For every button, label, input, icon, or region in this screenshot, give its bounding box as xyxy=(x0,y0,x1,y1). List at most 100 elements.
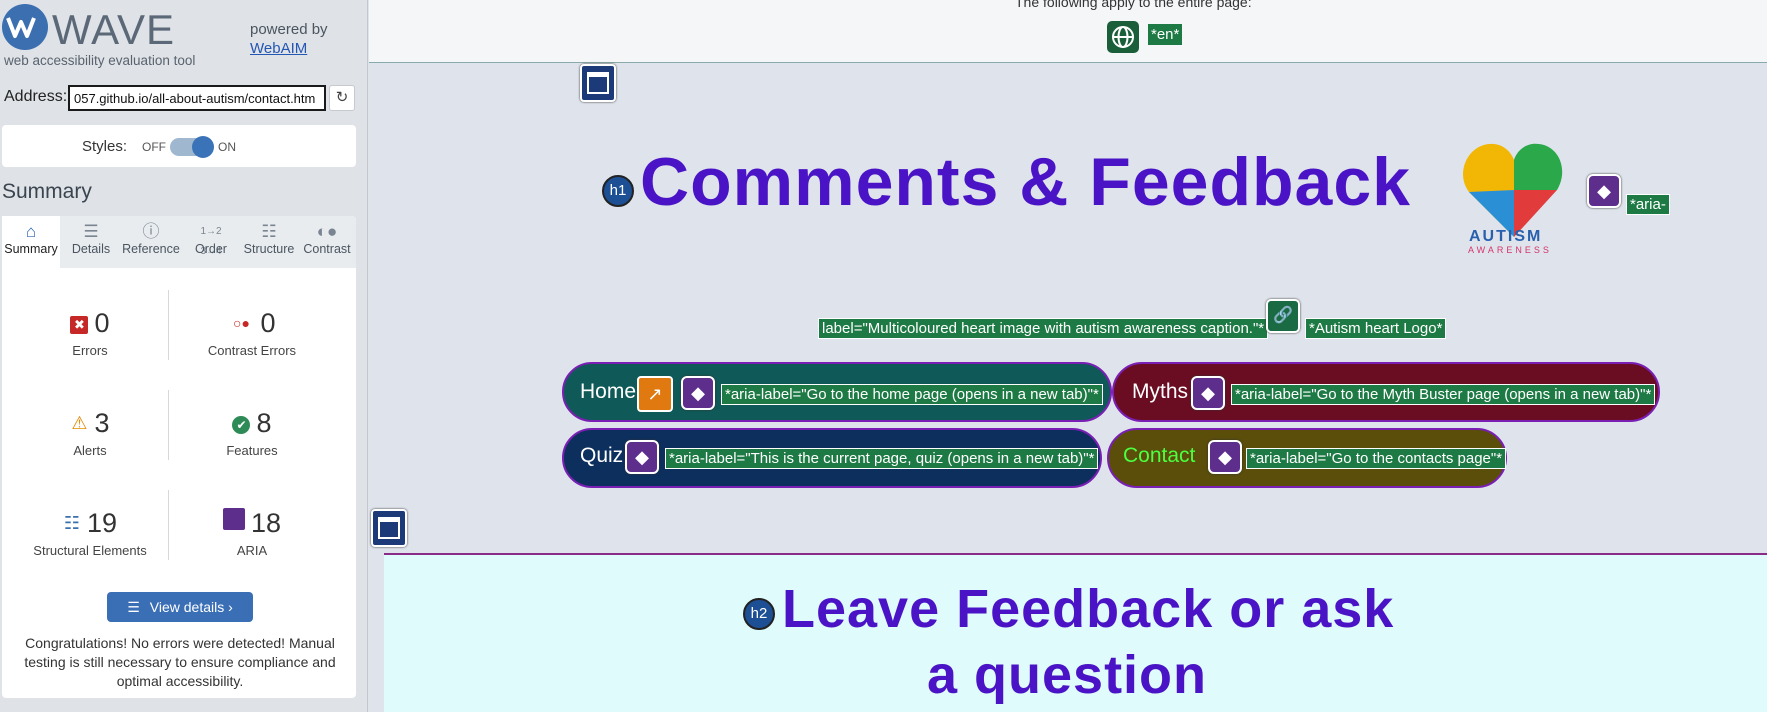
stat-errors[interactable]: ✖ 0 Errors xyxy=(10,308,170,358)
nav-myths[interactable]: Myths ◆ *aria-label="Go to the Myth Bust… xyxy=(1112,362,1660,422)
image-label-tag: label="Multicoloured heart image with au… xyxy=(818,318,1269,339)
list-icon: ☰ xyxy=(83,222,99,241)
tag-glyph: ◆ xyxy=(691,383,705,403)
tab-structure[interactable]: ☷ Structure xyxy=(238,216,300,268)
styles-toggle[interactable] xyxy=(170,136,214,158)
tag-icon[interactable]: ◆ xyxy=(1208,440,1242,474)
stat-value: 8 xyxy=(256,408,272,438)
address-input[interactable]: 057.github.io/all-about-autism/contact.h… xyxy=(68,85,326,111)
congrats-message: Congratulations! No errors were detected… xyxy=(24,635,336,689)
stat-value: 19 xyxy=(86,508,118,538)
tab-order[interactable]: 1→2 3→4 Order xyxy=(182,216,240,268)
section-heading-line2: a question xyxy=(927,645,1208,705)
webaim-link[interactable]: WebAIM xyxy=(250,39,328,58)
summary-panel: ⌂ Summary ☰ Details ⓘ Reference 1→2 3→4 O… xyxy=(2,216,356,698)
feature-icon: ✔ xyxy=(232,416,251,434)
aria-label-tag: *aria-label="Go to the contacts page"* xyxy=(1246,448,1507,469)
wave-logo-icon xyxy=(2,4,48,50)
stat-label: Features xyxy=(226,443,278,458)
stat-label: Structural Elements xyxy=(33,543,147,558)
new-window-alert-icon[interactable]: ↗ xyxy=(637,376,673,412)
address-label: Address: xyxy=(4,88,68,105)
alert-icon: ⚠ xyxy=(71,413,88,433)
tag-icon[interactable]: ◆ xyxy=(681,376,715,410)
tag-icon[interactable]: ◆ xyxy=(1587,174,1621,208)
structure-icon: ☷ xyxy=(63,513,81,533)
tab-reference[interactable]: ⓘ Reference xyxy=(120,216,182,268)
panel-tabs: ⌂ Summary ☰ Details ⓘ Reference 1→2 3→4 O… xyxy=(2,216,356,268)
info-icon: ⓘ xyxy=(142,222,160,241)
tab-contrast[interactable]: ◐● Contrast xyxy=(298,216,356,268)
tab-summary[interactable]: ⌂ Summary xyxy=(2,216,60,268)
main-region-icon[interactable] xyxy=(371,509,407,547)
reload-icon[interactable]: ↻ xyxy=(329,85,355,111)
stat-aria[interactable]: 18 ARIA xyxy=(172,508,332,558)
stat-label: ARIA xyxy=(236,543,268,558)
logo-awareness-text: AWARENESS xyxy=(1468,245,1552,255)
nav-quiz[interactable]: Quiz ◆ *aria-label="This is the current … xyxy=(562,428,1102,488)
powered-by-text: powered by xyxy=(250,21,328,38)
linked-image-icon[interactable]: 🔗 xyxy=(1266,299,1300,333)
nav-contact-label: Contact xyxy=(1123,444,1196,467)
tab-label: Reference xyxy=(122,242,180,256)
tag-glyph: ◆ xyxy=(1597,181,1611,201)
logo-autism-text: AUTISM xyxy=(1469,228,1543,245)
image-alt-tag: *Autism heart Logo* xyxy=(1305,318,1447,339)
toggle-knob xyxy=(192,136,214,158)
view-details-button[interactable]: ☰ View details › xyxy=(107,592,253,622)
region-glyph xyxy=(587,72,609,94)
stat-contrast-errors[interactable]: ○● 0 Contrast Errors xyxy=(172,308,332,358)
tag-glyph: ◆ xyxy=(635,447,649,467)
stat-features[interactable]: ✔ 8 Features xyxy=(172,408,332,458)
page-info-band: The following apply to the entire page: … xyxy=(369,0,1767,63)
tab-label: Details xyxy=(71,242,111,256)
aria-label-tag: *aria-label="Go to the Myth Buster page … xyxy=(1231,384,1656,405)
h1-badge[interactable]: h1 xyxy=(602,175,634,207)
tag-glyph: ◆ xyxy=(1201,383,1215,403)
aria-icon xyxy=(222,508,245,530)
tab-details[interactable]: ☰ Details xyxy=(62,216,120,268)
stat-label: Errors xyxy=(72,343,108,358)
stat-value: 0 xyxy=(94,308,110,338)
structure-icon: ☷ xyxy=(261,222,277,241)
order-icon: 1→2 3→4 xyxy=(200,226,222,257)
contrast-error-icon: ○● xyxy=(233,315,250,331)
nav-myths-label: Myths xyxy=(1132,380,1189,403)
nav-home-label: Home xyxy=(580,380,637,403)
page-info-text: The following apply to the entire page: xyxy=(1015,0,1252,10)
styles-off-label: OFF xyxy=(142,140,166,154)
wave-logo-text: WAVE xyxy=(52,6,176,53)
list-icon: ☰ xyxy=(127,599,140,615)
h2-badge[interactable]: h2 xyxy=(743,598,775,630)
home-icon: ⌂ xyxy=(25,222,37,241)
tab-label: Order xyxy=(195,242,227,256)
nav-contact[interactable]: Contact ◆ *aria-label="Go to the contact… xyxy=(1107,428,1507,488)
language-icon[interactable] xyxy=(1107,21,1139,53)
aria-label-tag: *aria-label="This is the current page, q… xyxy=(665,448,1099,469)
link-glyph: 🔗 xyxy=(1273,307,1293,324)
styles-toggle-box: Styles: OFF ON xyxy=(2,125,356,167)
tag-icon[interactable]: ◆ xyxy=(625,440,659,474)
address-bar: Address: 057.github.io/all-about-autism/… xyxy=(0,84,368,112)
stat-label: Contrast Errors xyxy=(207,343,297,358)
styles-label: Styles: xyxy=(82,138,128,155)
nav-quiz-label: Quiz xyxy=(580,444,624,467)
feedback-section: h2 Leave Feedback or ask a question xyxy=(384,553,1767,712)
stat-value: 3 xyxy=(94,408,110,438)
aria-label-tag: *aria-label="Go to the home page (opens … xyxy=(721,384,1103,405)
header-region-icon[interactable] xyxy=(580,64,616,102)
wave-header: WAVE web accessibility evaluation tool p… xyxy=(0,0,368,70)
stat-structural[interactable]: ☷ 19 Structural Elements xyxy=(10,508,170,558)
tag-glyph: ◆ xyxy=(1218,447,1232,467)
tag-icon[interactable]: ◆ xyxy=(1191,376,1225,410)
page-preview: The following apply to the entire page: … xyxy=(369,0,1767,712)
view-details-label: View details › xyxy=(149,599,233,615)
contrast-icon: ◐● xyxy=(316,222,338,241)
stat-alerts[interactable]: ⚠ 3 Alerts xyxy=(10,408,170,458)
styles-on-label: ON xyxy=(218,140,236,154)
stat-value: 18 xyxy=(250,508,282,538)
wave-tagline: web accessibility evaluation tool xyxy=(4,53,196,68)
aria-tag-partial: *aria- xyxy=(1626,194,1670,215)
nav-home[interactable]: Home ↗ ◆ *aria-label="Go to the home pag… xyxy=(562,362,1112,422)
stat-label: Alerts xyxy=(73,443,107,458)
